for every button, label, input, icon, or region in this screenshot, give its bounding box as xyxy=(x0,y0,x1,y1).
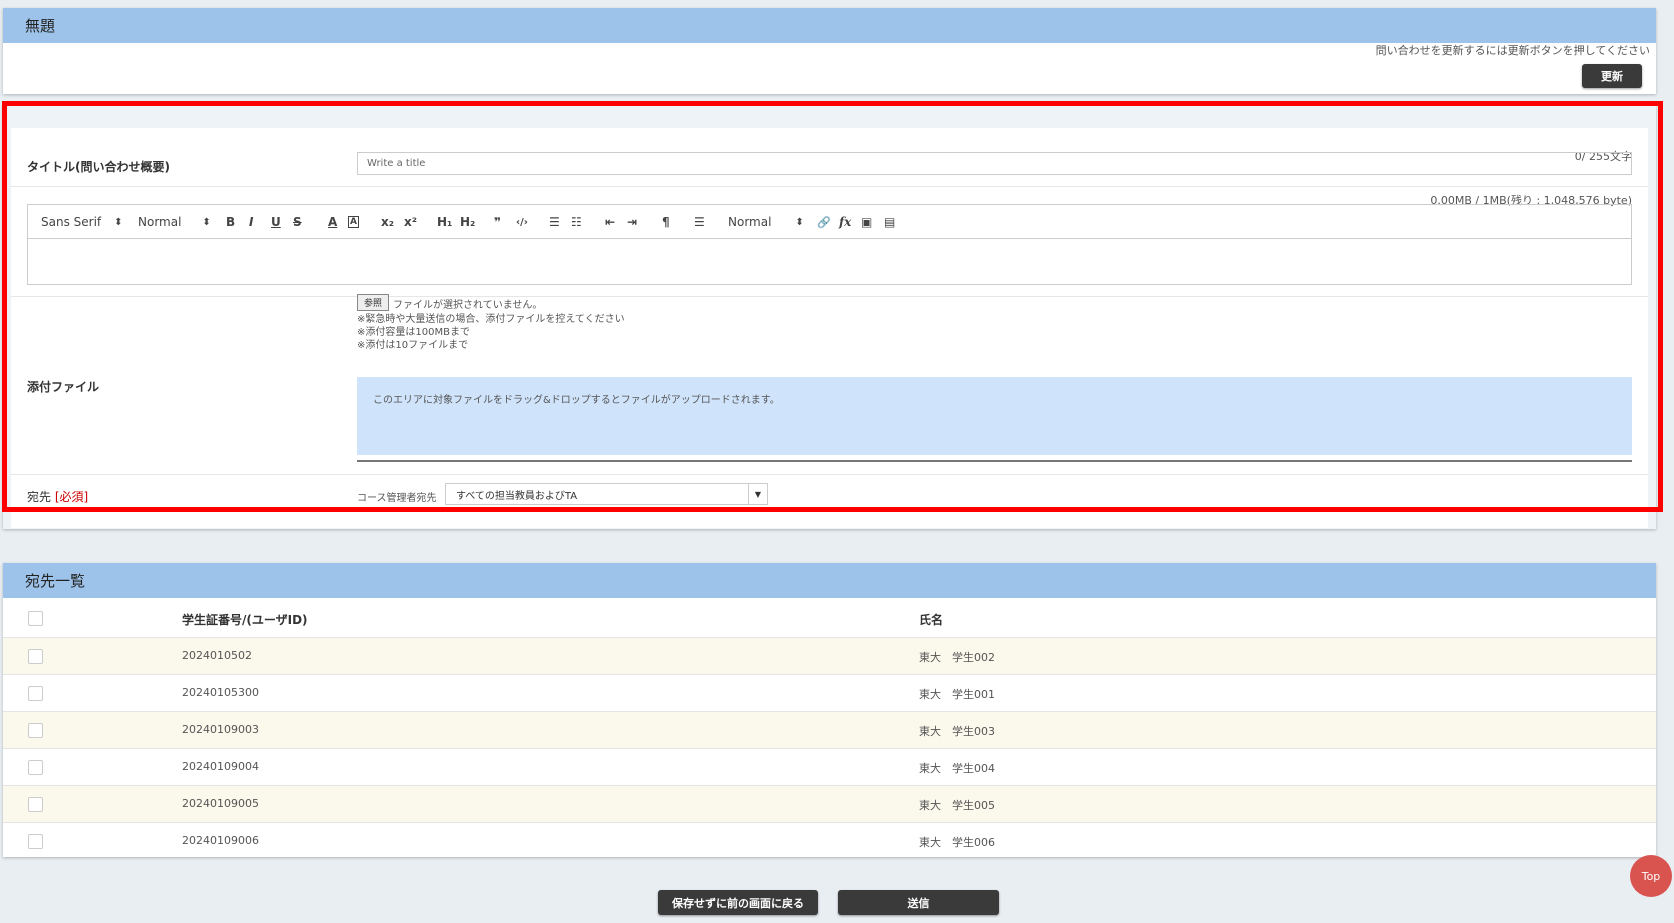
divider xyxy=(11,474,1648,475)
select-arrows-icon: ⬍ xyxy=(202,216,211,228)
select-arrows-icon: ⬍ xyxy=(795,216,804,228)
rich-text-editor: Sans Serif ⬍ Normal ⬍ B I U S A A x₂ x² H₁… xyxy=(27,204,1632,285)
inquiry-form-panel: タイトル(問い合わせ概要) 0/ 255文字 Write a title 0.0… xyxy=(3,106,1656,529)
formula-icon[interactable]: fx xyxy=(839,205,851,239)
image-icon[interactable]: ▣ xyxy=(861,205,872,239)
table-row: 2024010502 東大 学生002 xyxy=(3,637,1656,674)
font-size-select[interactable]: Normal ⬍ xyxy=(138,205,211,239)
select-arrows-icon: ⬍ xyxy=(114,216,123,228)
row-checkbox[interactable] xyxy=(28,834,43,849)
bullet-list-icon[interactable]: ☷ xyxy=(571,205,582,239)
table-row: 20240109004 東大 学生004 xyxy=(3,748,1656,785)
column-header-id: 学生証番号/(ユーザID) xyxy=(182,613,308,627)
recipient-label: 宛先 [必須] xyxy=(27,488,88,505)
recipient-select[interactable]: すべての担当教員およびTA ▼ xyxy=(445,483,768,505)
blockquote-icon[interactable]: ❞ xyxy=(494,205,501,239)
column-header-name: 氏名 xyxy=(919,613,944,627)
align-value: Normal xyxy=(728,215,772,229)
attachment-note: ※添付は10ファイルまで xyxy=(357,340,469,351)
ordered-list-icon[interactable]: ☰ xyxy=(549,205,560,239)
recipient-value: すべての担当教員およびTA xyxy=(456,490,578,502)
background-color-glyph: A xyxy=(348,216,359,228)
recipient-label-text: 宛先 xyxy=(27,490,52,504)
attachment-label: 添付ファイル xyxy=(27,380,100,394)
recipient-sub-label: コース管理者宛先 xyxy=(357,493,437,504)
student-name: 東大 学生006 xyxy=(919,836,995,849)
inquiry-header-panel: 無題 問い合わせを更新するには更新ボタンを押してください 更新 xyxy=(3,8,1656,94)
student-name: 東大 学生001 xyxy=(919,688,995,701)
text-color-icon[interactable]: A xyxy=(328,205,337,239)
student-name: 東大 学生002 xyxy=(919,651,995,664)
browse-button[interactable]: 参照 xyxy=(357,294,389,311)
editor-toolbar: Sans Serif ⬍ Normal ⬍ B I U S A A x₂ x² H₁… xyxy=(28,205,1631,239)
student-id: 2024010502 xyxy=(182,649,252,662)
text-direction-icon[interactable]: ¶ xyxy=(662,205,670,239)
underline-icon[interactable]: U xyxy=(271,205,281,239)
select-all-checkbox[interactable] xyxy=(28,611,43,626)
title-label: タイトル(問い合わせ概要) xyxy=(27,160,170,174)
row-checkbox[interactable] xyxy=(28,649,43,664)
student-id: 20240105300 xyxy=(182,686,259,699)
link-icon[interactable]: 🔗 xyxy=(817,205,831,239)
align-select[interactable]: Normal ⬍ xyxy=(728,205,804,239)
video-icon[interactable]: ▤ xyxy=(884,205,895,239)
recipient-list-panel: 宛先一覧 学生証番号/(ユーザID) 氏名 2024010502 東大 学生002… xyxy=(3,563,1656,857)
inquiry-title: 無題 xyxy=(3,8,1656,43)
required-tag: [必須] xyxy=(54,490,89,504)
background-color-icon[interactable]: A xyxy=(348,205,359,239)
send-button[interactable]: 送信 xyxy=(838,890,999,915)
chevron-down-icon: ▼ xyxy=(748,484,767,504)
strikethrough-icon[interactable]: S xyxy=(293,205,302,239)
heading2-icon[interactable]: H₂ xyxy=(460,205,475,239)
table-row: 20240105300 東大 学生001 xyxy=(3,674,1656,711)
indent-icon[interactable]: ⇥ xyxy=(627,205,637,239)
update-button[interactable]: 更新 xyxy=(1582,64,1642,88)
student-name: 東大 学生003 xyxy=(919,725,995,738)
outdent-icon[interactable]: ⇤ xyxy=(605,205,615,239)
divider xyxy=(11,296,1648,297)
row-checkbox[interactable] xyxy=(28,760,43,775)
scroll-top-button[interactable]: Top xyxy=(1630,855,1672,897)
table-row: 20240109005 東大 学生005 xyxy=(3,785,1656,822)
divider xyxy=(11,186,1648,187)
student-id: 20240109003 xyxy=(182,723,259,736)
row-checkbox[interactable] xyxy=(28,797,43,812)
font-size-value: Normal xyxy=(138,215,182,229)
table-row: 20240109003 東大 学生003 xyxy=(3,711,1656,748)
italic-icon[interactable]: I xyxy=(249,205,253,239)
back-button[interactable]: 保存せずに前の画面に戻る xyxy=(658,890,818,915)
font-family-select[interactable]: Sans Serif ⬍ xyxy=(41,205,123,239)
row-checkbox[interactable] xyxy=(28,686,43,701)
code-block-icon[interactable]: ‹/› xyxy=(516,205,528,239)
student-id: 20240109004 xyxy=(182,760,259,773)
student-id: 20240109006 xyxy=(182,834,259,847)
recipient-list-title: 宛先一覧 xyxy=(3,563,1656,598)
table-row: 20240109006 東大 学生006 xyxy=(3,822,1656,859)
student-id: 20240109005 xyxy=(182,797,259,810)
font-family-value: Sans Serif xyxy=(41,215,102,229)
divider xyxy=(357,460,1632,462)
student-name: 東大 学生005 xyxy=(919,799,995,812)
align-icon[interactable]: ☰ xyxy=(694,205,705,239)
table-header: 学生証番号/(ユーザID) 氏名 xyxy=(3,599,1656,637)
bold-icon[interactable]: B xyxy=(226,205,235,239)
superscript-icon[interactable]: x² xyxy=(404,205,417,239)
editor-body[interactable] xyxy=(28,239,1631,284)
subscript-icon[interactable]: x₂ xyxy=(381,205,394,239)
title-input[interactable]: Write a title xyxy=(357,152,1632,175)
inquiry-form: タイトル(問い合わせ概要) 0/ 255文字 Write a title 0.0… xyxy=(11,128,1648,528)
update-hint: 問い合わせを更新するには更新ボタンを押してください xyxy=(1375,44,1650,57)
row-checkbox[interactable] xyxy=(28,723,43,738)
file-dropzone[interactable]: このエリアに対象ファイルをドラッグ&ドロップするとファイルがアップロードされます… xyxy=(357,377,1632,455)
no-file-text: ファイルが選択されていません。 xyxy=(393,300,543,311)
heading1-icon[interactable]: H₁ xyxy=(437,205,452,239)
student-name: 東大 学生004 xyxy=(919,762,995,775)
